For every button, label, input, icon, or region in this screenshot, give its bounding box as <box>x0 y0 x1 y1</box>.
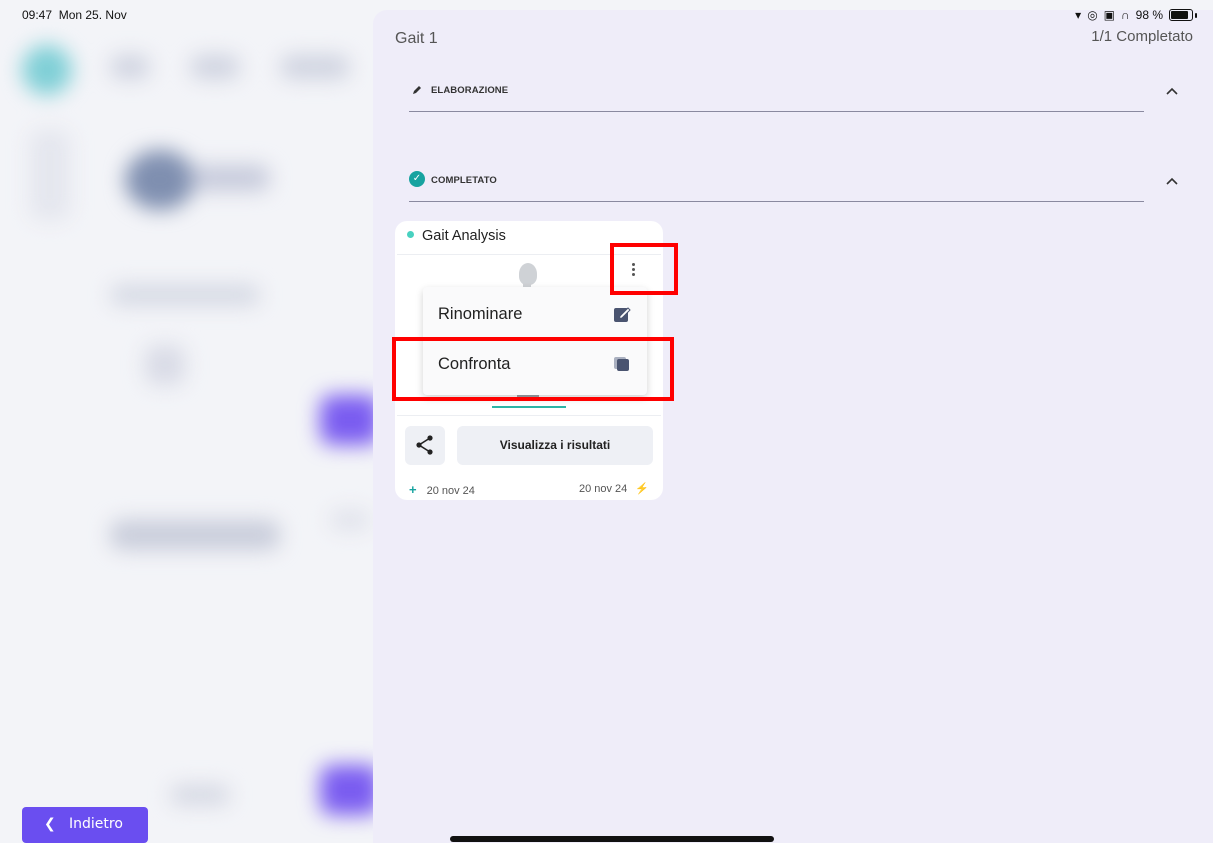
compare-icon <box>614 357 629 371</box>
battery-percent: 98 % <box>1135 8 1163 22</box>
battery-icon <box>1169 9 1193 21</box>
options-menu: Rinominare Confronta <box>423 287 647 395</box>
plus-icon: + <box>409 482 417 497</box>
card-title-text: Gait Analysis <box>422 228 506 244</box>
completion-status: 1/1 Completato <box>1091 28 1193 45</box>
share-icon <box>416 435 433 455</box>
background-page-blurred <box>0 0 373 843</box>
created-date: +20 nov 24 <box>409 482 475 497</box>
wifi-icon: ▾ <box>1075 8 1082 22</box>
menu-item-compare[interactable]: Confronta <box>423 339 647 389</box>
section-processing-label: ELABORAZIONE <box>431 85 509 96</box>
bolt-icon: ⚡ <box>635 483 649 495</box>
menu-item-rename[interactable]: Rinominare <box>423 289 647 339</box>
check-circle-icon: ✓ <box>409 171 425 187</box>
home-indicator[interactable] <box>450 836 774 842</box>
compare-label: Confronta <box>438 355 511 373</box>
status-time: 09:47 Mon 25. Nov <box>22 8 127 22</box>
chevron-up-icon[interactable] <box>1162 171 1182 191</box>
updated-date-text: 20 nov 24 <box>578 483 628 495</box>
back-label: Indietro <box>69 816 123 832</box>
status-icons: ▾ ◎ ▣ ∩ 98 % <box>1075 8 1197 22</box>
clock-text: 09:47 <box>22 8 53 22</box>
panel-title: Gait 1 <box>395 30 438 47</box>
back-button[interactable]: ❮ Indietro <box>22 807 148 843</box>
pen-icon <box>413 86 421 94</box>
status-dot-icon <box>407 230 414 238</box>
card-title: Gait Analysis <box>407 228 506 244</box>
share-button[interactable] <box>405 426 445 465</box>
updated-date: 20 nov 24 ⚡ <box>579 482 649 495</box>
section-completed[interactable]: ✓ COMPLETATO <box>409 171 1178 202</box>
more-options-icon[interactable] <box>627 261 639 285</box>
created-date-text: 20 nov 24 <box>426 485 475 497</box>
status-bar: 09:47 Mon 25. Nov ▾ ◎ ▣ ∩ 98 % <box>0 0 1213 26</box>
progress-line <box>492 406 566 408</box>
section-processing[interactable]: ELABORAZIONE <box>409 85 1178 112</box>
headphones-icon: ∩ <box>1121 8 1130 22</box>
date-text: Mon 25. Nov <box>58 8 127 22</box>
rename-label: Rinominare <box>438 305 523 323</box>
edit-icon <box>614 307 631 322</box>
location-icon: ◎ <box>1087 8 1098 22</box>
view-results-button[interactable]: Visualizza i risultati <box>457 426 653 465</box>
lock-icon: ▣ <box>1103 8 1116 22</box>
section-completed-label: COMPLETATO <box>431 175 497 186</box>
chevron-left-icon: ❮ <box>44 816 56 832</box>
chevron-up-icon[interactable] <box>1162 81 1182 101</box>
